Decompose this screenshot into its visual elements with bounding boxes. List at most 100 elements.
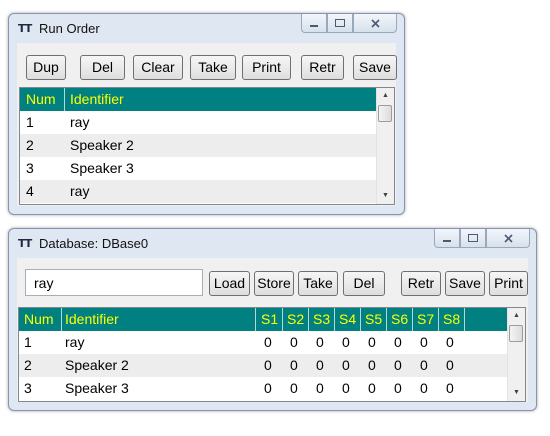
maximize-button[interactable]	[460, 229, 486, 248]
table-row[interactable]: 3 Speaker 3 0 0 0 0 0 0 0 0	[19, 377, 508, 400]
scroll-down-arrow-icon[interactable]: ▼	[377, 188, 394, 204]
store-button[interactable]: Store	[254, 271, 294, 296]
row-s7: 0	[420, 357, 428, 373]
save-button[interactable]: Save	[445, 271, 485, 296]
table-row[interactable]: 4 ray	[20, 180, 377, 203]
row-s6: 0	[394, 357, 402, 373]
maximize-icon	[468, 234, 478, 242]
row-num: 2	[26, 137, 34, 153]
dup-button[interactable]: Dup	[26, 55, 66, 80]
save-button[interactable]: Save	[353, 55, 397, 80]
column-divider	[412, 308, 413, 331]
row-s8: 0	[446, 380, 454, 396]
row-s3: 0	[316, 357, 324, 373]
print-button[interactable]: Print	[489, 271, 528, 296]
table-row[interactable]: 2 Speaker 2 0 0 0 0 0 0 0 0	[19, 354, 508, 377]
column-divider	[464, 308, 465, 331]
column-divider	[360, 308, 361, 331]
close-icon	[370, 18, 380, 28]
column-header-s1[interactable]: S1	[261, 311, 278, 327]
column-divider	[438, 308, 439, 331]
scroll-thumb[interactable]	[378, 105, 392, 122]
row-identifier: ray	[65, 334, 85, 350]
table-row[interactable]: 1 ray	[20, 111, 377, 134]
column-header-identifier[interactable]: Identifier	[65, 311, 119, 327]
column-header-s7[interactable]: S7	[417, 311, 434, 327]
row-num: 3	[26, 160, 34, 176]
row-s7: 0	[420, 334, 428, 350]
row-s2: 0	[290, 334, 298, 350]
take-button[interactable]: Take	[190, 55, 236, 80]
row-s3: 0	[316, 380, 324, 396]
row-s1: 0	[264, 334, 272, 350]
row-s1: 0	[264, 357, 272, 373]
del-button[interactable]: Del	[80, 55, 125, 80]
table-row[interactable]: 3 Speaker 3	[20, 157, 377, 180]
column-header-s8[interactable]: S8	[443, 311, 460, 327]
row-num: 3	[24, 380, 32, 396]
scroll-up-arrow-icon[interactable]: ▲	[508, 308, 525, 324]
column-header-num[interactable]: Num	[24, 311, 54, 327]
row-s4: 0	[342, 334, 350, 350]
vertical-scrollbar[interactable]: ▲ ▼	[507, 308, 525, 401]
table-row[interactable]: 1 ray 0 0 0 0 0 0 0 0	[19, 331, 508, 354]
close-button[interactable]	[353, 14, 397, 33]
column-header-s5[interactable]: S5	[365, 311, 382, 327]
row-identifier: Speaker 2	[70, 137, 134, 153]
row-s3: 0	[316, 334, 324, 350]
search-input[interactable]	[25, 269, 203, 296]
run-order-window: TT Run Order Dup Del Clear Take Print Re…	[8, 13, 405, 215]
column-header-s6[interactable]: S6	[391, 311, 408, 327]
table-row[interactable]: 2 Speaker 2	[20, 134, 377, 157]
retr-button[interactable]: Retr	[401, 271, 441, 296]
close-button[interactable]	[486, 229, 530, 248]
load-button[interactable]: Load	[209, 271, 250, 296]
row-identifier: ray	[70, 114, 90, 130]
row-s6: 0	[394, 380, 402, 396]
column-divider	[64, 88, 65, 111]
row-num: 4	[26, 183, 34, 199]
clear-button[interactable]: Clear	[133, 55, 183, 80]
scroll-up-arrow-icon[interactable]: ▲	[377, 88, 394, 104]
row-s8: 0	[446, 357, 454, 373]
minimize-icon	[443, 240, 451, 242]
del-button[interactable]: Del	[343, 271, 385, 296]
window-title: Database: DBase0	[39, 236, 149, 251]
row-s1: 0	[264, 380, 272, 396]
maximize-button[interactable]	[327, 14, 353, 33]
maximize-icon	[335, 19, 345, 27]
scroll-down-arrow-icon[interactable]: ▼	[508, 385, 525, 401]
column-divider	[282, 308, 283, 331]
vertical-scrollbar[interactable]: ▲ ▼	[376, 88, 394, 204]
run-order-titlebar[interactable]: TT Run Order	[9, 14, 404, 42]
column-header-s4[interactable]: S4	[339, 311, 356, 327]
column-divider	[334, 308, 335, 331]
print-button[interactable]: Print	[242, 55, 291, 80]
row-s7: 0	[420, 380, 428, 396]
retr-button[interactable]: Retr	[301, 55, 344, 80]
column-header-s3[interactable]: S3	[313, 311, 330, 327]
database-window: TT Database: DBase0 Load Store Take Del …	[8, 228, 537, 411]
take-button[interactable]: Take	[298, 271, 338, 296]
database-grid: Num Identifier S1 S2 S3 S4 S5 S6 S7 S8 1…	[18, 307, 526, 402]
column-header-s2[interactable]: S2	[287, 311, 304, 327]
window-title: Run Order	[39, 21, 100, 36]
scroll-thumb[interactable]	[509, 325, 523, 342]
column-divider	[308, 308, 309, 331]
minimize-button[interactable]	[301, 14, 327, 33]
column-header-num[interactable]: Num	[26, 91, 56, 107]
row-num: 2	[24, 357, 32, 373]
row-s2: 0	[290, 357, 298, 373]
column-divider	[61, 308, 62, 331]
database-titlebar[interactable]: TT Database: DBase0	[9, 229, 536, 257]
row-s8: 0	[446, 334, 454, 350]
row-identifier: Speaker 3	[70, 160, 134, 176]
run-order-grid: Num Identifier 1 ray 2 Speaker 2 3 Speak…	[19, 87, 395, 205]
column-header-identifier[interactable]: Identifier	[70, 91, 124, 107]
minimize-button[interactable]	[434, 229, 460, 248]
run-order-client: Dup Del Clear Take Print Retr Save Num I…	[17, 43, 397, 206]
app-icon: TT	[18, 237, 32, 250]
row-s5: 0	[368, 380, 376, 396]
grid-header: Num Identifier	[20, 88, 377, 111]
row-s4: 0	[342, 380, 350, 396]
